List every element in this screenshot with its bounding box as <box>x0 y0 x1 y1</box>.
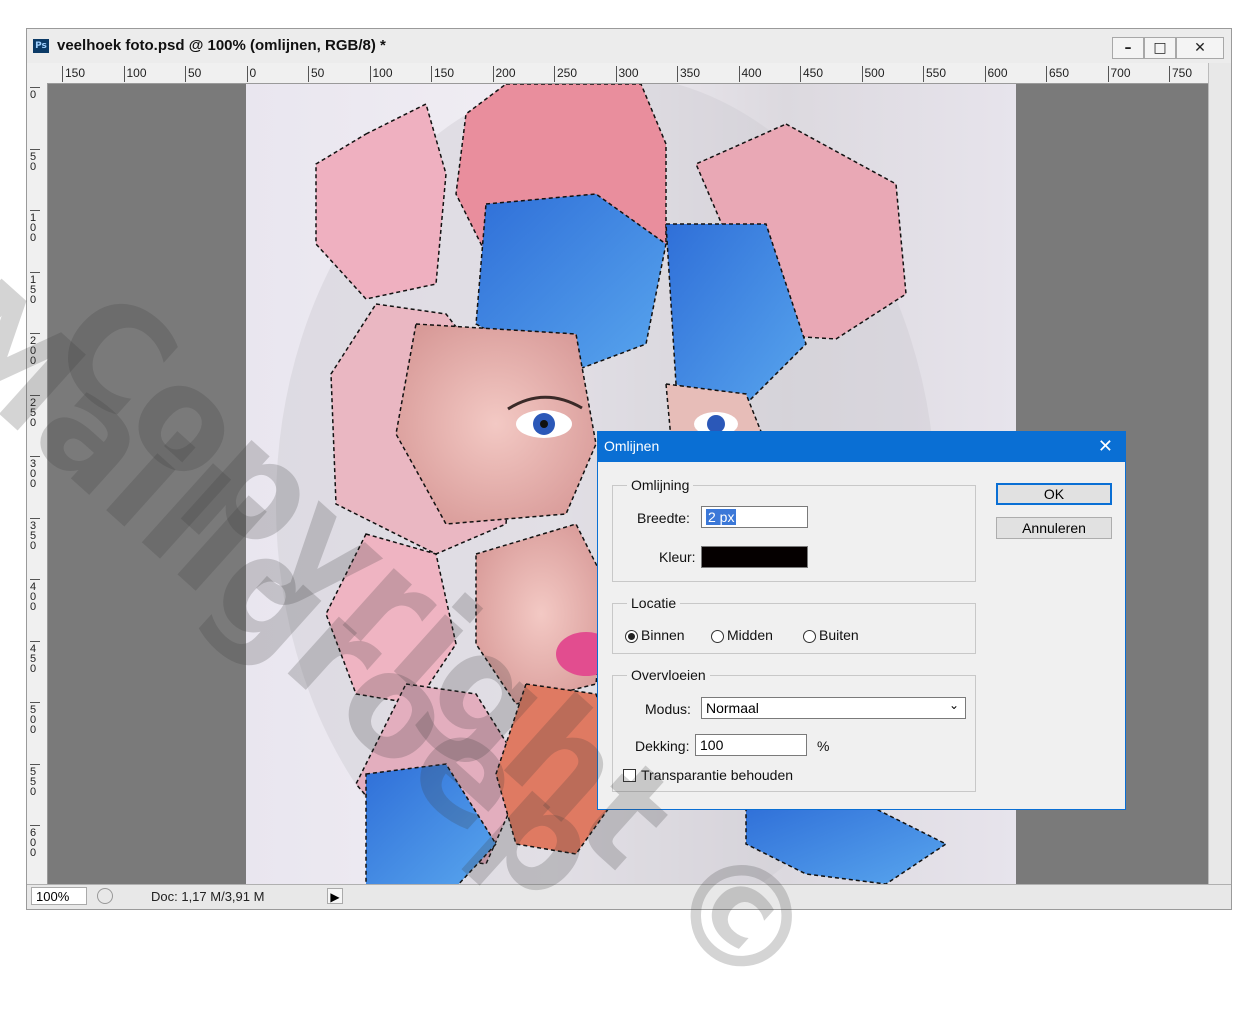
chevron-down-icon: ⌄ <box>948 698 959 712</box>
blend-group-legend: Overvloeien <box>627 667 710 683</box>
ruler-v-label: 250 <box>30 394 40 428</box>
ruler-h-label: 100 <box>123 66 147 82</box>
ruler-h-label: 0 <box>246 66 256 82</box>
vertical-scrollbar[interactable] <box>1208 63 1231 887</box>
color-label: Kleur: <box>659 549 696 565</box>
ruler-h-label: 150 <box>62 66 85 82</box>
ruler-h-label: 400 <box>738 66 762 82</box>
ruler-v-label: 150 <box>30 271 40 305</box>
width-input[interactable]: 2 px <box>701 506 808 528</box>
ruler-h-label: 200 <box>492 66 516 82</box>
ruler-v-label: 500 <box>30 702 40 736</box>
horizontal-ruler[interactable]: 150 100 50 0 50 100 150 200 250 300 350 400 450 500 55… <box>27 63 1209 84</box>
ruler-h-label: 650 <box>1046 66 1069 82</box>
ruler-h-label: 700 <box>1107 66 1131 82</box>
mode-label: Modus: <box>645 701 691 717</box>
ruler-h-label: 150 <box>431 66 454 82</box>
location-group-legend: Locatie <box>627 595 681 611</box>
ruler-h-label: 600 <box>984 66 1008 82</box>
title-bar[interactable]: Ps veelhoek foto.psd @ 100% (omlijnen, R… <box>27 29 1231 63</box>
ruler-v-label: 100 <box>30 210 40 244</box>
radio-inside-label: Binnen <box>641 627 685 643</box>
radio-outside[interactable] <box>803 630 816 643</box>
ruler-h-label: 250 <box>554 66 577 82</box>
status-menu-arrow-icon[interactable]: ▶ <box>327 888 343 904</box>
status-bar: 100% Doc: 1,17 M/3,91 M ▶ <box>27 884 1231 909</box>
zoom-field[interactable]: 100% <box>31 887 87 905</box>
opacity-unit: % <box>817 738 830 754</box>
radio-center[interactable] <box>711 630 724 643</box>
ruler-v-label: 400 <box>30 579 40 613</box>
radio-inside[interactable] <box>625 630 638 643</box>
maximize-button[interactable]: □ <box>1144 37 1176 59</box>
ruler-v-label: 0 <box>30 87 40 101</box>
photoshop-icon: Ps <box>33 39 49 53</box>
stroke-dialog: Omlijnen ✕ Omlijning Breedte: 2 px Kleur… <box>597 431 1126 810</box>
ruler-h-label: 50 <box>185 66 201 82</box>
ruler-h-label: 500 <box>861 66 885 82</box>
preserve-transparency-label: Transparantie behouden <box>641 767 794 783</box>
radio-center-label: Midden <box>727 627 773 643</box>
opacity-input[interactable]: 100 <box>695 734 807 756</box>
width-label: Breedte: <box>637 510 690 526</box>
eye-pupil <box>540 420 548 428</box>
ruler-v-label: 200 <box>30 333 40 367</box>
dialog-title: Omlijnen <box>604 438 660 454</box>
stroke-group-legend: Omlijning <box>627 477 694 493</box>
ok-button[interactable]: OK <box>996 483 1112 505</box>
ruler-h-label: 550 <box>923 66 946 82</box>
preserve-transparency-checkbox[interactable] <box>623 769 636 782</box>
ruler-h-label: 300 <box>615 66 639 82</box>
vertical-ruler[interactable]: 0 50 100 150 200 250 300 350 400 450 500 550 600 <box>27 83 48 887</box>
ruler-h-label: 750 <box>1169 66 1192 82</box>
dialog-title-bar[interactable]: Omlijnen ✕ <box>598 432 1125 462</box>
ruler-v-label: 350 <box>30 517 40 551</box>
minimize-button[interactable]: – <box>1112 37 1144 59</box>
ruler-v-label: 600 <box>30 825 40 859</box>
timer-icon[interactable] <box>97 888 113 904</box>
color-swatch[interactable] <box>701 546 808 568</box>
location-group: Locatie Binnen Midden Buiten <box>612 595 976 654</box>
ruler-h-label: 50 <box>308 66 324 82</box>
document-title: veelhoek foto.psd @ 100% (omlijnen, RGB/… <box>57 37 386 54</box>
radio-outside-label: Buiten <box>819 627 859 643</box>
document-info: Doc: 1,17 M/3,91 M <box>151 889 265 904</box>
dialog-close-icon[interactable]: ✕ <box>1098 436 1113 457</box>
opacity-label: Dekking: <box>635 738 690 754</box>
blend-group: Overvloeien Modus: Normaal ⌄ Dekking: 10… <box>612 667 976 792</box>
ruler-v-label: 300 <box>30 456 40 490</box>
close-button[interactable]: ✕ <box>1176 37 1224 59</box>
ruler-v-label: 550 <box>30 763 40 797</box>
ruler-v-label: 450 <box>30 640 40 674</box>
ruler-h-label: 350 <box>677 66 700 82</box>
stroke-group: Omlijning Breedte: 2 px Kleur: <box>612 477 976 582</box>
ruler-h-label: 450 <box>800 66 823 82</box>
cancel-button[interactable]: Annuleren <box>996 517 1112 539</box>
mode-select[interactable]: Normaal ⌄ <box>701 697 966 719</box>
ruler-v-label: 50 <box>30 148 40 172</box>
ruler-h-label: 100 <box>369 66 393 82</box>
